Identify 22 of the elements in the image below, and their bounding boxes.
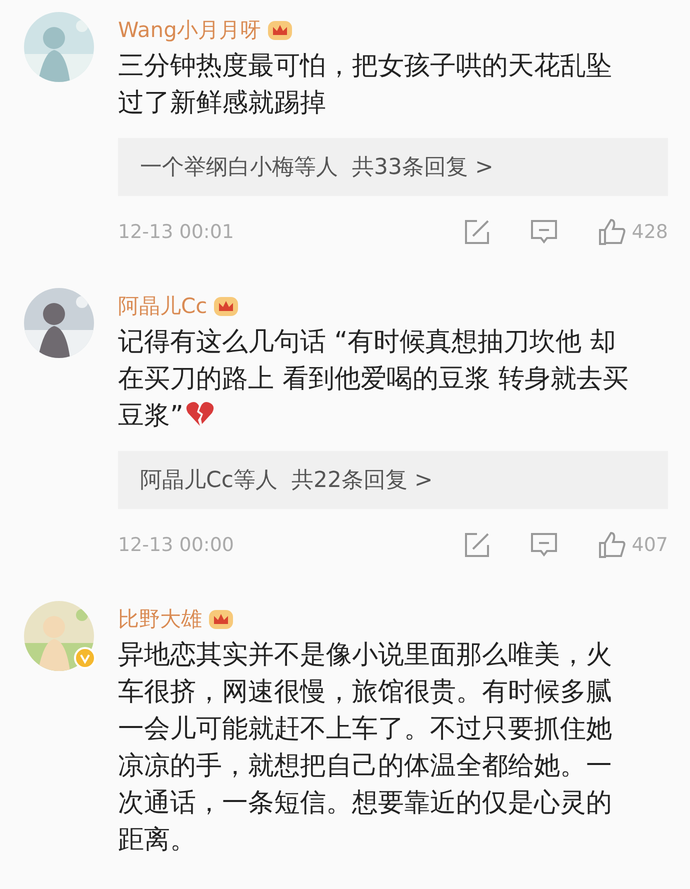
comment-time: 12-13 00:00 — [118, 534, 236, 556]
user-name[interactable]: Wang小月月呀 — [118, 16, 261, 44]
user-name[interactable]: 比野大雄 — [118, 605, 202, 633]
repost-icon[interactable] — [464, 219, 490, 245]
repost-icon[interactable] — [464, 532, 490, 558]
comment-text: 异地恋其实并不是像小说里面那么唯美，火车很挤，网速很慢，旅馆很贵。有时候多腻一会儿可能就赶不上车了。不过只要抓住她凉凉的手，就想把自己的体温全都给她。一次通话，一条短信。想要靠近的仅是心灵的距离。 — [118, 639, 613, 857]
comment-icon[interactable] — [530, 219, 558, 245]
comment-text: 记得有这么几句话 “有时候真想抽刀坎他 却在买刀的路上 看到他爱喝的豆浆 转身就去买豆浆” — [118, 326, 630, 433]
like-icon[interactable] — [598, 531, 626, 559]
crown-icon — [208, 607, 234, 631]
comment-time: 12-13 00:01 — [118, 221, 236, 243]
replies-link[interactable]: 阿晶儿Cc等人 共22条回复 > — [118, 451, 668, 509]
comment-text: 三分钟热度最可怕，把女孩子哄的天花乱坠过了新鲜感就踢掉 — [118, 50, 613, 120]
broken-heart-icon — [185, 400, 216, 428]
user-name[interactable]: 阿晶儿Cc — [118, 292, 208, 320]
crown-icon — [266, 18, 293, 42]
like-icon[interactable] — [598, 218, 626, 246]
like-count: 428 — [632, 221, 668, 243]
comment-icon[interactable] — [530, 532, 558, 558]
replies-link[interactable]: 一个举纲白小梅等人 共33条回复 > — [118, 138, 668, 196]
crown-icon — [213, 294, 240, 318]
like-count: 407 — [632, 534, 668, 556]
